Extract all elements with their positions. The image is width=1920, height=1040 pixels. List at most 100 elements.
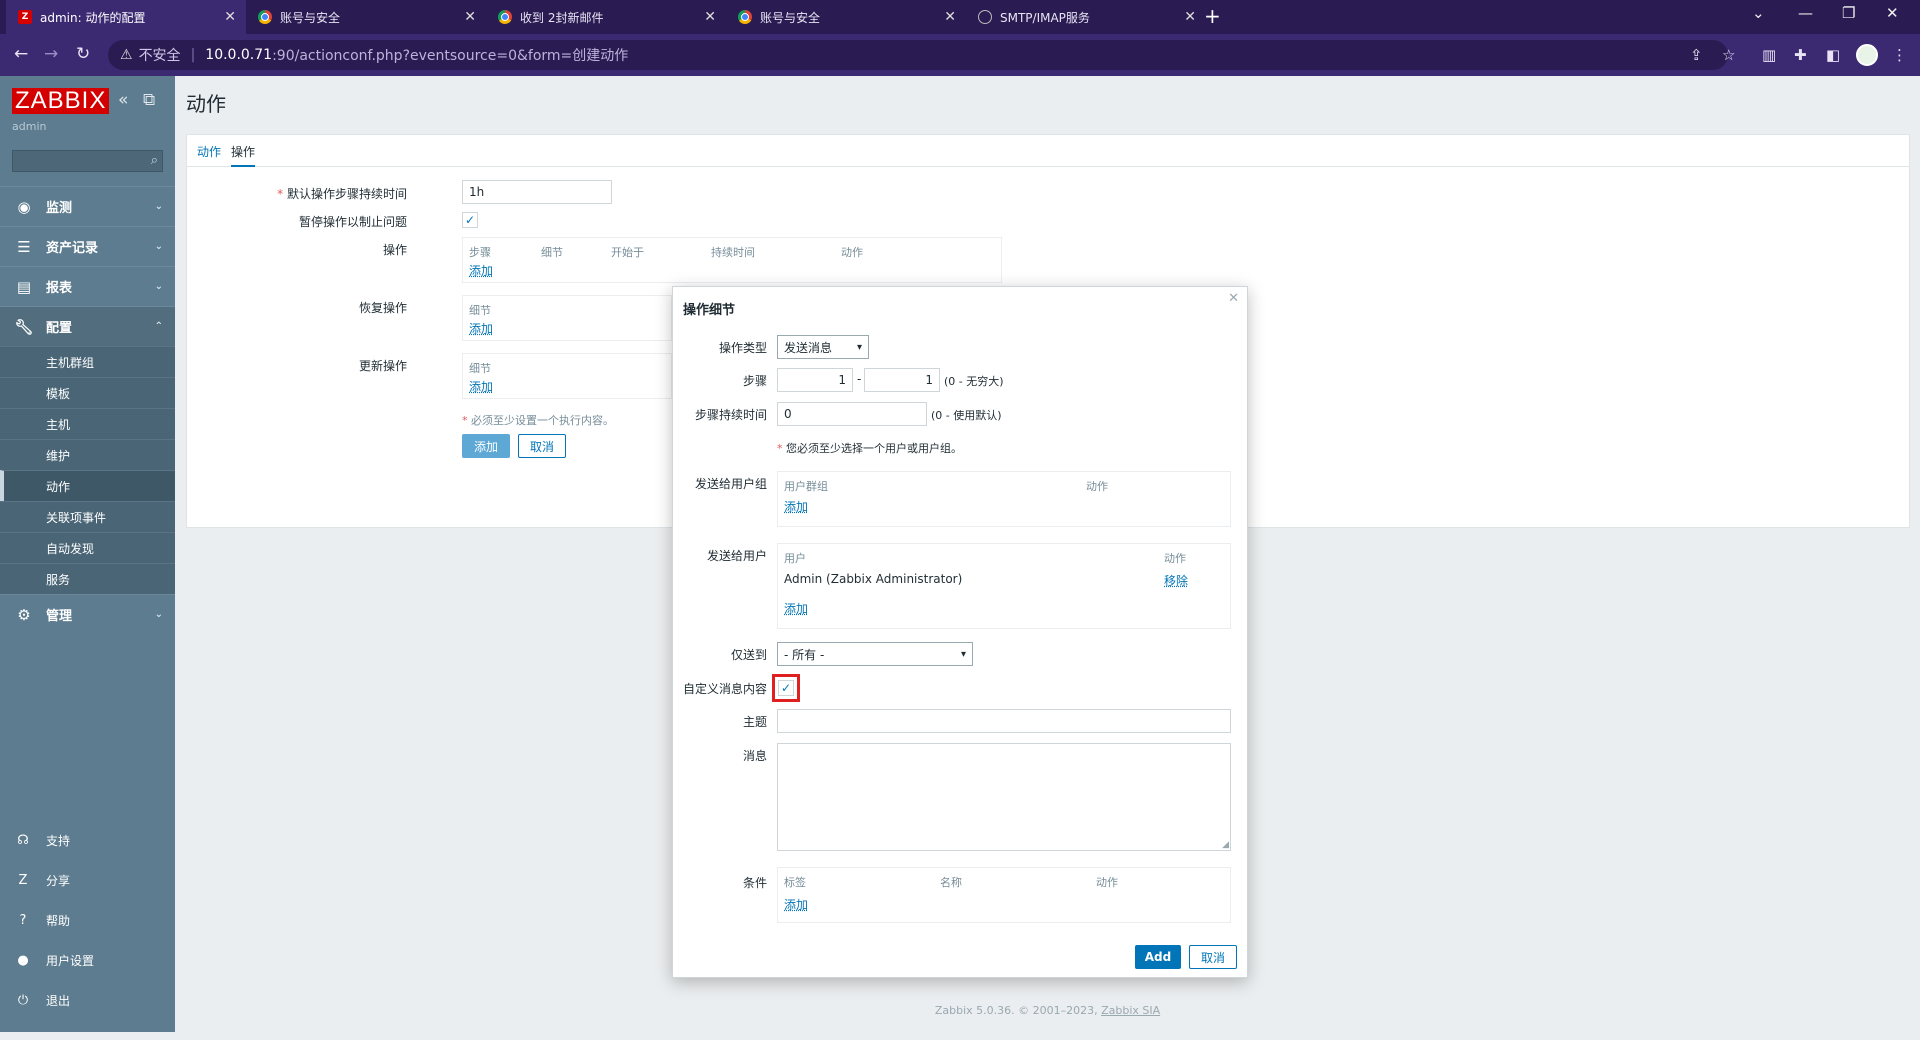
message-textarea[interactable]: ◢ xyxy=(777,743,1231,851)
dialog-title: 操作细节 xyxy=(683,303,736,318)
submenu-event-correlation[interactable]: 关联项事件 xyxy=(0,501,175,532)
remove-user-link[interactable]: 移除 xyxy=(1164,572,1188,589)
power-icon: ⏻ xyxy=(17,992,29,1008)
menu-sign-out[interactable]: ⏻ 退出 xyxy=(0,980,175,1020)
submenu-host-groups[interactable]: 主机群组 xyxy=(0,346,175,377)
chevron-down-icon: ⌄ xyxy=(154,609,163,620)
minimize-icon[interactable]: — xyxy=(1798,4,1813,22)
menu-help[interactable]: ? 帮助 xyxy=(0,900,175,940)
share-icon[interactable]: ⇪ xyxy=(1690,46,1703,64)
menu-user-settings[interactable]: ● 用户设置 xyxy=(0,940,175,980)
close-icon[interactable]: ✕ xyxy=(464,9,476,25)
submenu-hosts[interactable]: 主机 xyxy=(0,408,175,439)
kiosk-mode-icon[interactable]: ⧉ xyxy=(143,90,155,110)
conditions-table: 标签 名称 动作 添加 xyxy=(777,867,1231,923)
restore-icon[interactable]: ❐ xyxy=(1842,4,1855,22)
chevron-down-icon: ⌄ xyxy=(154,201,163,212)
step-to-input[interactable]: 1 xyxy=(864,368,940,392)
chevron-down-icon: ▾ xyxy=(856,341,862,353)
browser-tab-3[interactable]: 收到 2封新邮件 ✕ xyxy=(486,0,726,34)
warning-icon: ⚠ xyxy=(120,47,133,63)
search-icon[interactable]: ⌕ xyxy=(151,153,158,168)
close-icon[interactable]: ✕ xyxy=(704,9,716,25)
step-duration-input[interactable]: 0 xyxy=(777,402,927,426)
operations-add-link[interactable]: 添加 xyxy=(469,262,493,279)
new-tab-icon[interactable]: + xyxy=(1204,4,1221,28)
close-icon[interactable]: ✕ xyxy=(944,9,956,25)
submenu-services[interactable]: 服务 xyxy=(0,563,175,594)
send-only-to-label: 仅送到 xyxy=(730,648,767,662)
user-groups-table: 用户群组 动作 添加 xyxy=(777,471,1231,527)
menu-reports[interactable]: ▤ 报表 ⌄ xyxy=(0,266,175,306)
recovery-add-link[interactable]: 添加 xyxy=(469,320,493,337)
menu-inventory[interactable]: ☰ 资产记录 ⌄ xyxy=(0,226,175,266)
dialog-cancel-button[interactable]: 取消 xyxy=(1189,945,1237,969)
default-duration-input[interactable]: 1h xyxy=(462,180,612,204)
extensions-icon[interactable]: ✚ xyxy=(1794,46,1807,64)
menu-configuration[interactable]: 🔧︎ 配置 ⌃ xyxy=(0,306,175,346)
tab-operations[interactable]: 操作 xyxy=(231,143,256,167)
conditions-label: 条件 xyxy=(742,876,767,890)
users-add-link[interactable]: 添加 xyxy=(784,600,808,617)
gear-icon: ⚙ xyxy=(17,605,31,624)
custom-message-label: 自定义消息内容 xyxy=(682,682,767,696)
recovery-operations-label: 恢复操作 xyxy=(358,301,407,315)
update-add-link[interactable]: 添加 xyxy=(469,378,493,395)
users-table: 用户 动作 Admin (Zabbix Administrator) 移除 添加 xyxy=(777,543,1231,629)
reading-mode-icon[interactable]: ▥ xyxy=(1762,46,1776,64)
submenu-discovery[interactable]: 自动发现 xyxy=(0,532,175,563)
tab-action[interactable]: 动作 xyxy=(197,143,221,160)
share-icon: Z xyxy=(18,872,28,888)
star-icon[interactable]: ☆ xyxy=(1722,46,1735,64)
browser-tab-1[interactable]: Z admin: 动作的配置 ✕ xyxy=(6,0,246,34)
form-tabs: 动作 操作 xyxy=(187,135,1909,167)
menu-support[interactable]: ☊ 支持 xyxy=(0,820,175,860)
back-icon[interactable]: ← xyxy=(14,44,28,64)
browser-tab-4[interactable]: 账号与安全 ✕ xyxy=(726,0,966,34)
add-button[interactable]: 添加 xyxy=(462,434,510,458)
configuration-submenu: 主机群组 模板 主机 维护 动作 关联项事件 自动发现 服务 xyxy=(0,346,175,594)
zabbix-logo[interactable]: ZABBIX xyxy=(12,88,110,114)
more-menu-icon[interactable]: ⋮ xyxy=(1892,46,1907,64)
collapse-sidebar-icon[interactable]: « xyxy=(118,90,128,110)
cancel-button[interactable]: 取消 xyxy=(518,434,566,458)
custom-message-checkbox[interactable]: ✓ xyxy=(778,680,794,696)
groups-add-link[interactable]: 添加 xyxy=(784,498,808,515)
url-field[interactable]: ⚠ 不安全 | 10.0.0.71 :90/actionconf.php?eve… xyxy=(108,40,1728,70)
chevron-down-icon: ▾ xyxy=(960,648,966,660)
step-from-input[interactable]: 1 xyxy=(777,368,853,392)
operation-type-select[interactable]: 发送消息 ▾ xyxy=(777,335,869,359)
forward-icon[interactable]: → xyxy=(44,44,58,64)
close-icon[interactable]: ✕ xyxy=(1228,291,1239,306)
sidebar-search-input[interactable]: ⌕ xyxy=(12,150,163,172)
footer: Zabbix 5.0.36. © 2001–2023, Zabbix SIA xyxy=(934,1004,1161,1017)
menu-monitoring[interactable]: ◉ 监测 ⌄ xyxy=(0,186,175,226)
pause-checkbox[interactable]: ✓ xyxy=(462,212,478,228)
menu-share[interactable]: Z 分享 xyxy=(0,860,175,900)
conditions-add-link[interactable]: 添加 xyxy=(784,896,808,913)
submenu-actions[interactable]: 动作 xyxy=(0,470,175,501)
close-icon[interactable]: ✕ xyxy=(224,9,236,25)
tab-search-icon[interactable]: ⌄ xyxy=(1752,4,1765,22)
resize-handle-icon[interactable]: ◢ xyxy=(1222,840,1229,850)
profile-avatar[interactable] xyxy=(1856,44,1878,66)
user-required-note: * 您必须至少选择一个用户或用户组。 xyxy=(777,442,962,455)
footer-company-link[interactable]: Zabbix SIA xyxy=(1101,1004,1160,1017)
headset-icon: ☊ xyxy=(17,832,29,848)
reload-icon[interactable]: ↻ xyxy=(76,44,90,64)
subject-input[interactable] xyxy=(777,709,1231,733)
operations-table: 步骤 细节 开始于 持续时间 动作 添加 xyxy=(462,237,1002,283)
sidebar-username: admin xyxy=(12,120,47,133)
browser-tab-5[interactable]: SMTP/IMAP服务 ✕ xyxy=(966,0,1206,34)
side-panel-icon[interactable]: ◧ xyxy=(1826,46,1840,64)
window-close-icon[interactable]: ✕ xyxy=(1886,4,1899,22)
message-label: 消息 xyxy=(742,749,767,763)
submenu-templates[interactable]: 模板 xyxy=(0,377,175,408)
send-only-to-select[interactable]: - 所有 - ▾ xyxy=(777,642,973,666)
close-icon[interactable]: ✕ xyxy=(1184,9,1196,25)
menu-administration[interactable]: ⚙ 管理 ⌄ xyxy=(0,594,175,634)
browser-tab-2[interactable]: 账号与安全 ✕ xyxy=(246,0,486,34)
subject-label: 主题 xyxy=(742,715,767,729)
submenu-maintenance[interactable]: 维护 xyxy=(0,439,175,470)
dialog-add-button[interactable]: Add xyxy=(1135,945,1181,969)
